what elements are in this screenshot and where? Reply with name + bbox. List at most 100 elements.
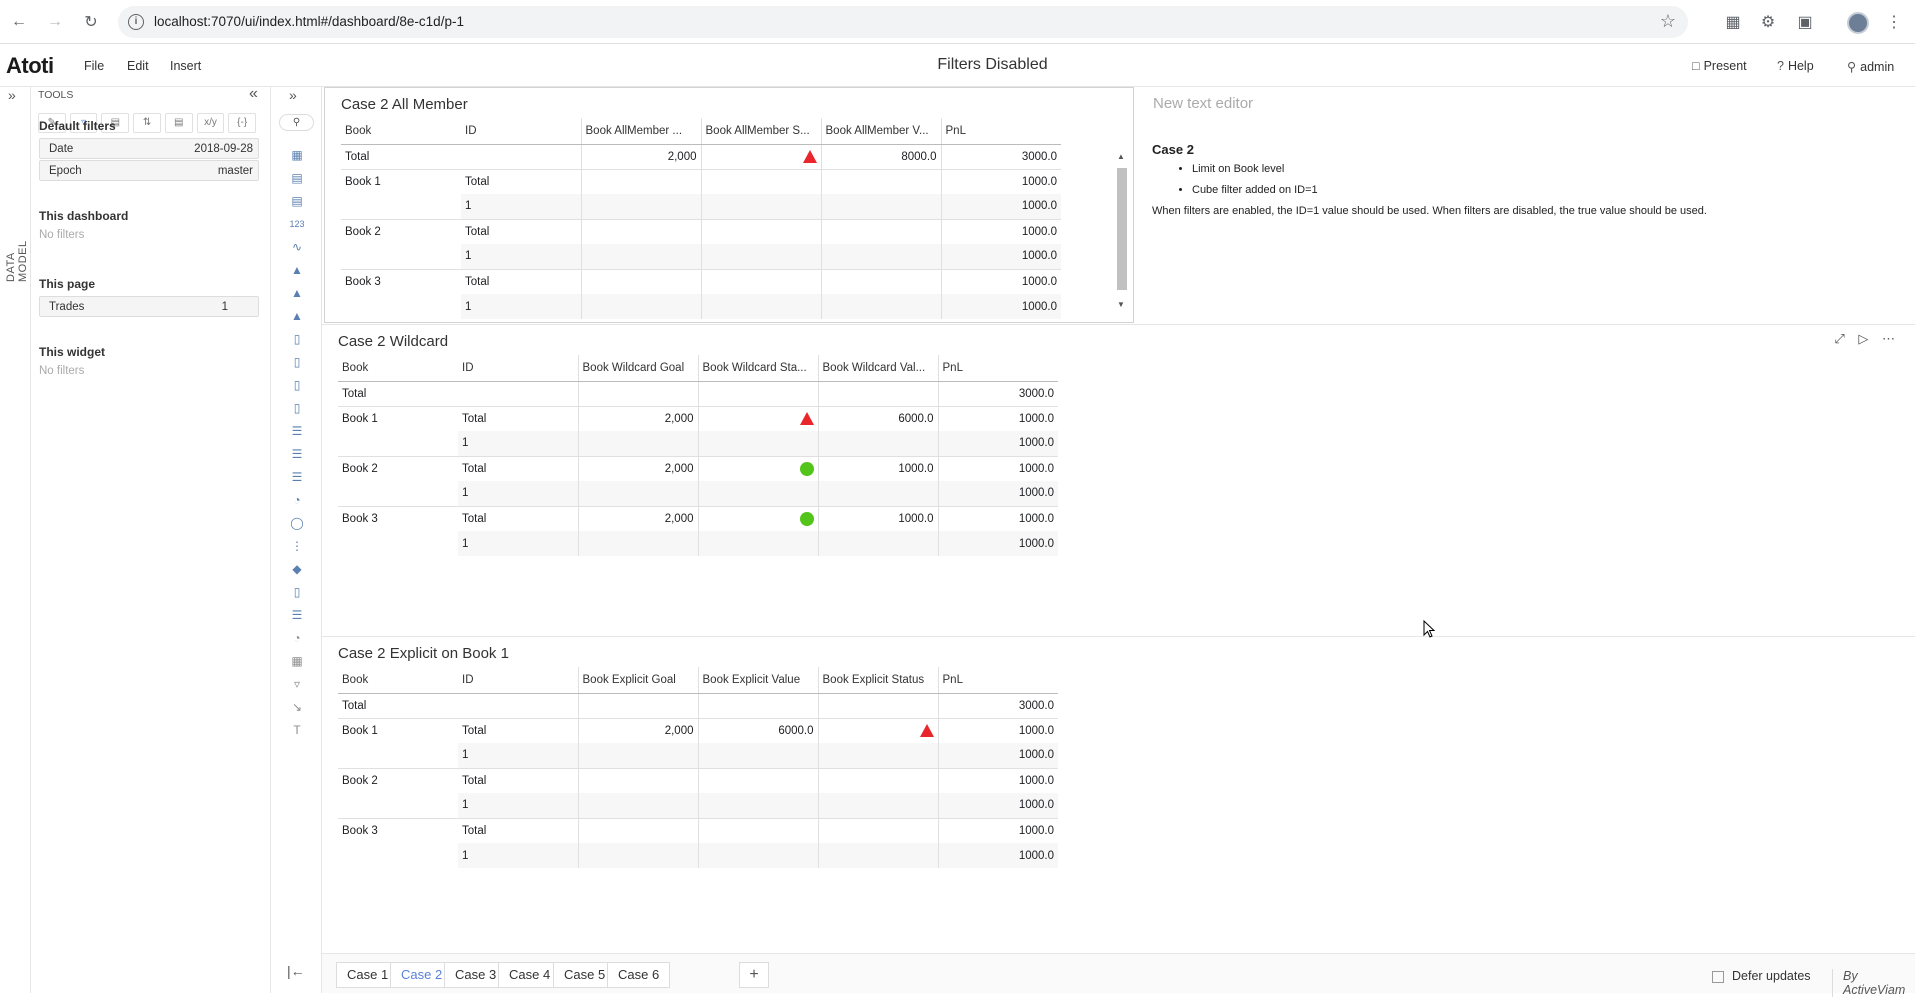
id-cell[interactable]: 1 [461, 294, 581, 319]
goal-cell[interactable] [577, 431, 698, 456]
table-row[interactable]: 1 1000.0 [338, 743, 1058, 768]
id-cell[interactable]: 1 [458, 481, 578, 506]
table-row[interactable]: Total 3000.0 [338, 381, 1058, 407]
value-cell[interactable]: 8000.0 [820, 144, 941, 170]
status-cell[interactable] [700, 244, 821, 269]
book-cell[interactable]: Book 1 [338, 717, 458, 743]
table-row[interactable]: Total 2,000 8000.0 3000.0 [341, 144, 1061, 170]
column-header[interactable]: Book [341, 118, 461, 145]
table-row[interactable]: Book 3 Total 1000.0 [341, 268, 1061, 294]
expand-palette-icon[interactable]: » [289, 87, 297, 103]
book-cell[interactable] [338, 531, 458, 556]
code-block-icon[interactable]: ▤ [164, 113, 193, 133]
column-header[interactable]: Book Explicit Goal [577, 667, 698, 694]
column-chart-icon[interactable]: ▯ [285, 331, 309, 347]
status-cell[interactable] [817, 717, 938, 743]
profile-avatar[interactable] [1847, 12, 1869, 34]
column-header[interactable]: PnL [937, 355, 1058, 382]
goal-cell[interactable] [577, 743, 698, 768]
book-cell[interactable] [341, 294, 461, 319]
quick-filter-icon[interactable]: ▿ [285, 676, 309, 692]
book-cell[interactable]: Total [338, 381, 458, 407]
defer-checkbox[interactable] [1712, 970, 1724, 983]
widget-title[interactable]: Case 2 All Member [341, 96, 468, 113]
book-cell[interactable] [338, 481, 458, 506]
forward-icon[interactable]: → [44, 11, 66, 33]
treemap-icon[interactable]: ◆ [285, 561, 309, 577]
column-header[interactable]: Book Wildcard Sta... [697, 355, 818, 382]
book-cell[interactable]: Book 3 [338, 505, 458, 531]
goal-cell[interactable] [577, 531, 698, 556]
id-cell[interactable]: 1 [458, 843, 578, 868]
value-cell[interactable] [697, 793, 818, 818]
tree-table-icon[interactable]: ▤ [285, 170, 309, 186]
line-chart-icon[interactable]: ∿ [285, 239, 309, 255]
table-row[interactable]: 1 1000.0 [338, 531, 1058, 556]
filter-chip-trades[interactable]: Trades 1 [39, 296, 259, 317]
table-row[interactable]: 1 1000.0 [338, 793, 1058, 818]
value-cell[interactable] [820, 268, 941, 294]
filter-chip-epoch[interactable]: Epoch master [39, 160, 259, 181]
book-cell[interactable]: Book 1 [338, 405, 458, 431]
text-editor-widget[interactable]: New text editor Case 2 Limit on Book lev… [1135, 87, 1915, 324]
bullet-chart-icon[interactable]: ☰ [285, 607, 309, 623]
column-header[interactable]: Book Explicit Value [697, 667, 818, 694]
status-cell[interactable] [817, 767, 938, 793]
goal-cell[interactable] [577, 381, 698, 407]
value-cell[interactable] [697, 743, 818, 768]
status-cell[interactable] [817, 743, 938, 768]
column-header[interactable]: ID [461, 118, 581, 145]
pnl-cell[interactable]: 1000.0 [937, 767, 1058, 793]
stacked-column-icon[interactable]: ▯ [285, 377, 309, 393]
value-cell[interactable]: 6000.0 [697, 717, 818, 743]
pnl-cell[interactable]: 1000.0 [937, 431, 1058, 456]
pnl-cell[interactable]: 1000.0 [937, 793, 1058, 818]
status-cell[interactable] [697, 405, 818, 431]
table-row[interactable]: Book 2 Total 1000.0 [338, 767, 1058, 793]
pnl-cell[interactable]: 1000.0 [937, 481, 1058, 506]
pnl-cell[interactable]: 1000.0 [937, 531, 1058, 556]
book-cell[interactable]: Book 1 [341, 168, 461, 194]
value-cell[interactable] [697, 843, 818, 868]
column-header[interactable]: Book AllMember V... [820, 118, 941, 145]
table-row[interactable]: Book 1 Total 1000.0 [341, 168, 1061, 194]
extension-icon[interactable]: ▦ [1723, 12, 1743, 32]
status-cell[interactable] [817, 793, 938, 818]
id-cell[interactable]: 1 [458, 431, 578, 456]
status-cell[interactable] [817, 693, 938, 719]
goal-cell[interactable] [577, 693, 698, 719]
goal-cell[interactable]: 2,000 [577, 405, 698, 431]
donut-chart-icon[interactable]: ◯ [285, 515, 309, 531]
combo-chart-icon[interactable]: ▯ [285, 400, 309, 416]
expand-data-model-icon[interactable]: » [8, 87, 16, 103]
widget-title[interactable]: Case 2 Explicit on Book 1 [338, 645, 509, 662]
table-row[interactable]: 1 1000.0 [338, 843, 1058, 868]
goal-cell[interactable] [577, 817, 698, 843]
pnl-cell[interactable]: 1000.0 [940, 168, 1061, 194]
help-button[interactable]: ? Help [1777, 59, 1814, 73]
value-cell[interactable] [820, 168, 941, 194]
book-cell[interactable] [341, 244, 461, 269]
value-cell[interactable]: 6000.0 [817, 405, 938, 431]
id-cell[interactable] [458, 381, 578, 407]
palette-search-icon[interactable]: ⚲ [279, 114, 314, 131]
value-cell[interactable] [697, 767, 818, 793]
table-row[interactable]: Book 2 Total 1000.0 [341, 218, 1061, 244]
scatter-plot-icon[interactable]: ⋮ [285, 538, 309, 554]
id-cell[interactable]: Total [458, 767, 578, 793]
goal-cell[interactable] [577, 843, 698, 868]
dashboard-title[interactable]: Filters Disabled [0, 56, 1915, 74]
status-cell[interactable] [697, 505, 818, 531]
pnl-cell[interactable]: 1000.0 [940, 194, 1061, 219]
table-row[interactable]: 1 1000.0 [341, 294, 1061, 319]
pnl-cell[interactable]: 1000.0 [937, 505, 1058, 531]
book-cell[interactable]: Book 2 [338, 455, 458, 481]
widget-title[interactable]: Case 2 Wildcard [338, 333, 448, 350]
text-editor-icon[interactable]: T [285, 722, 309, 738]
kebab-menu-icon[interactable]: ⋮ [1884, 12, 1904, 32]
value-cell[interactable] [697, 817, 818, 843]
goal-cell[interactable] [580, 194, 701, 219]
pnl-cell[interactable]: 3000.0 [940, 144, 1061, 170]
widget-case2-all-member[interactable]: Case 2 All Member Book ID Book AllMember .… [324, 87, 1134, 323]
pnl-cell[interactable]: 3000.0 [937, 381, 1058, 407]
